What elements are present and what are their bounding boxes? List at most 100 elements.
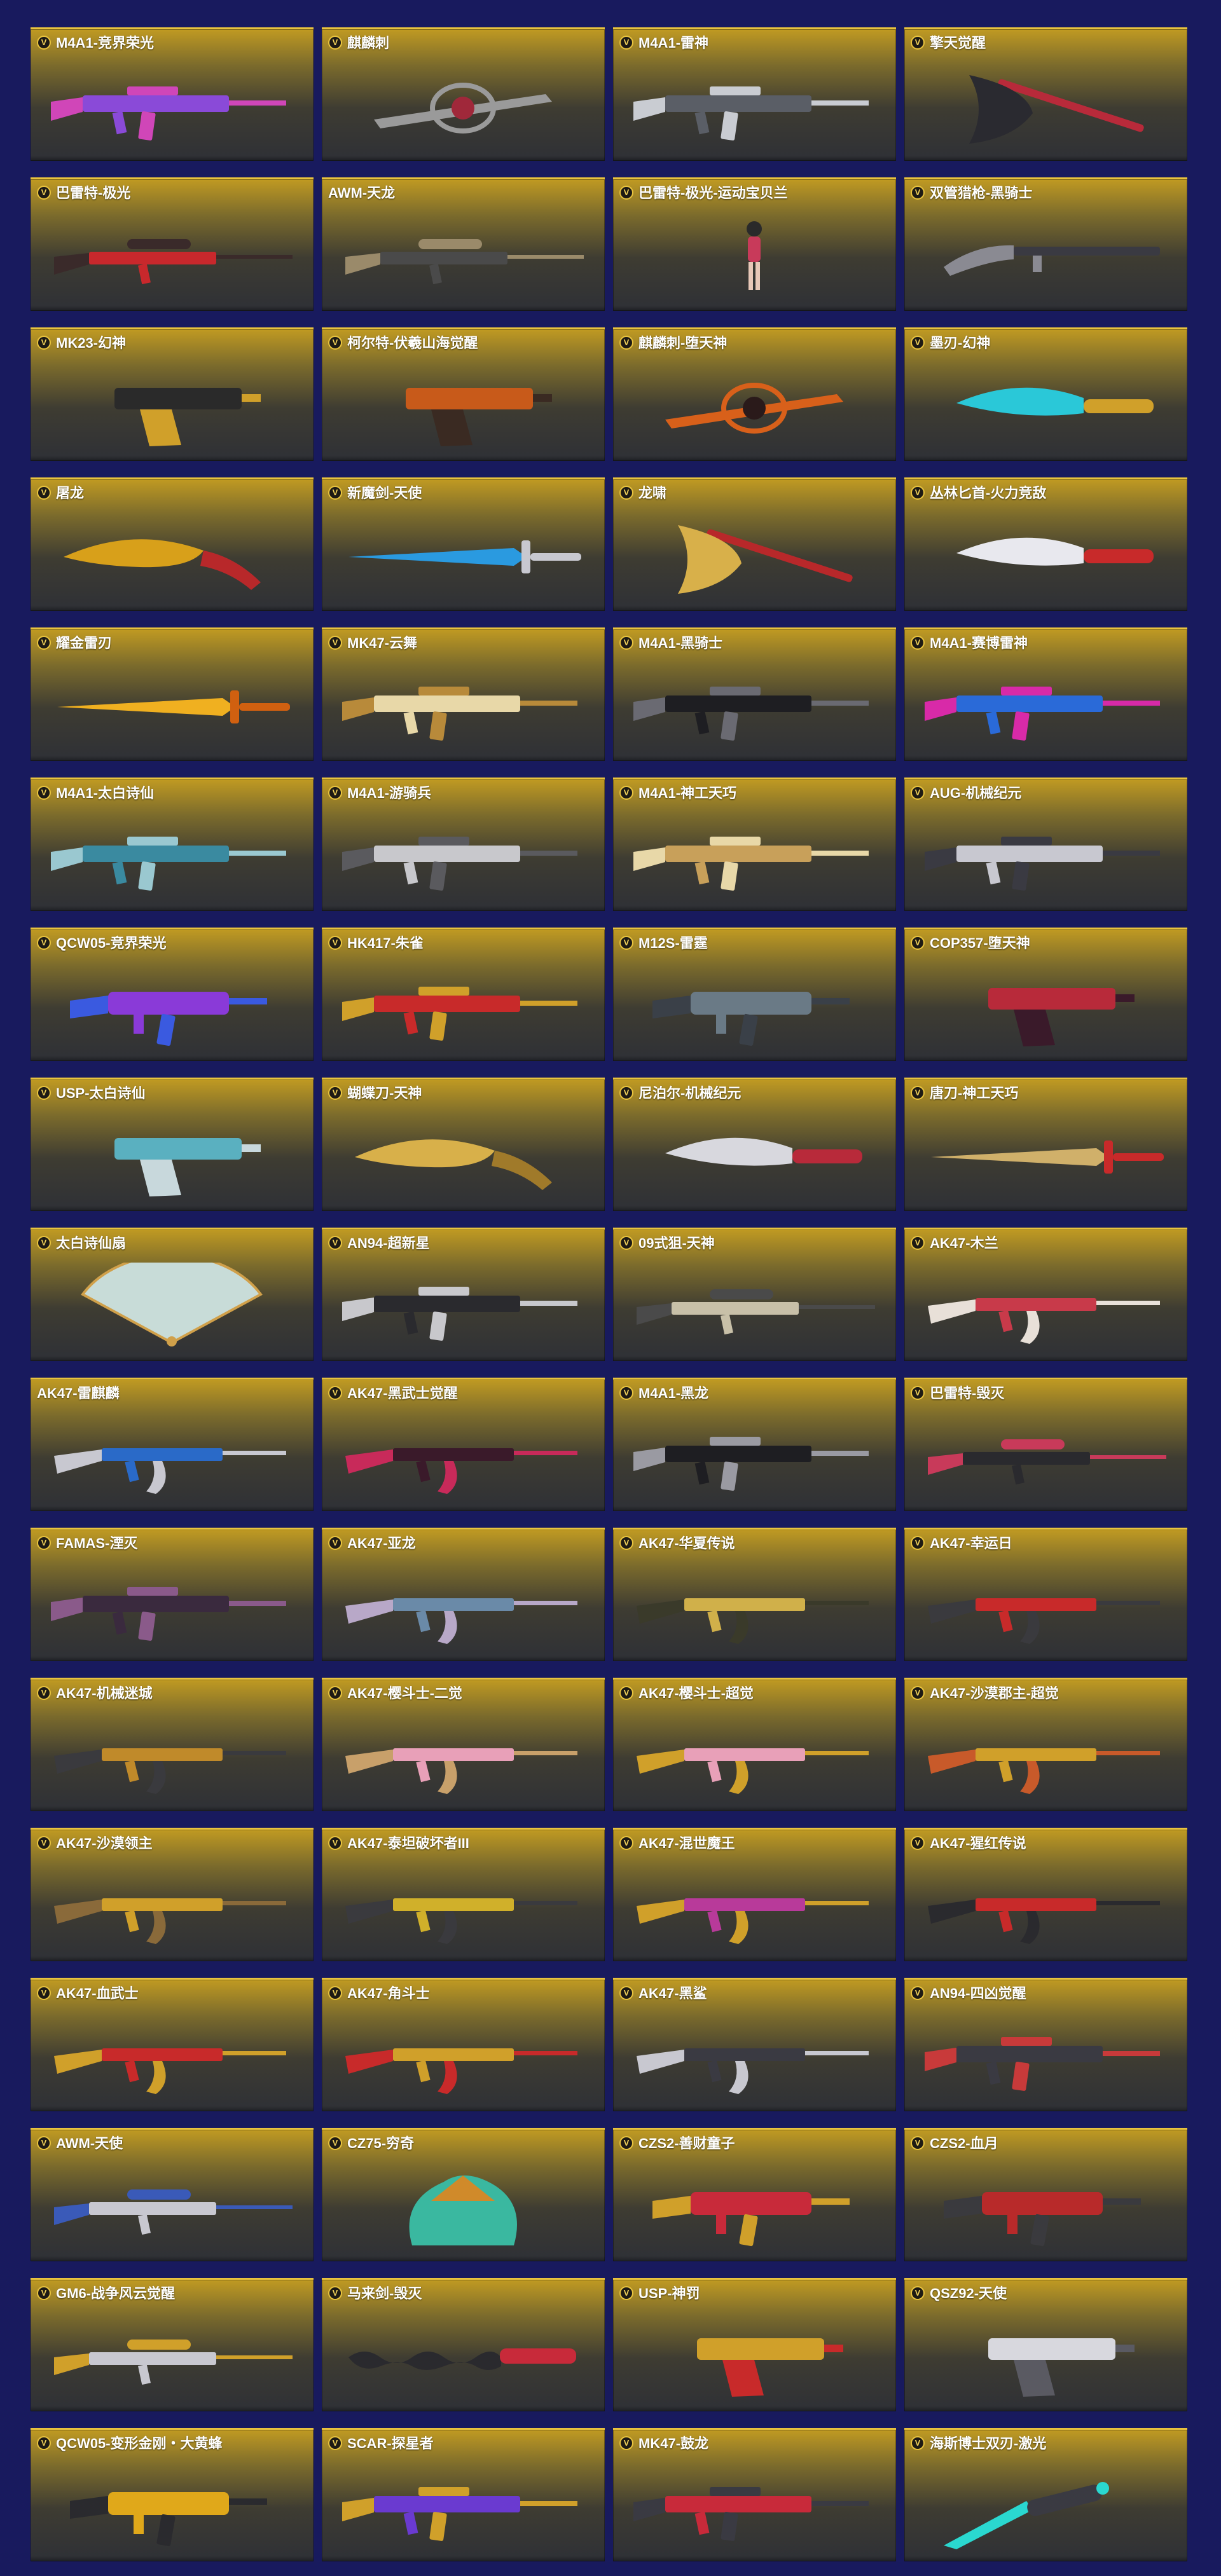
weapon-card[interactable]: V M4A1-雷神 <box>613 27 896 161</box>
weapon-card[interactable]: V AK47-角斗士 <box>322 1978 605 2111</box>
weapon-card[interactable]: V M4A1-竞界荣光 <box>31 27 314 161</box>
weapon-card[interactable]: V 海斯博士双刃-激光 <box>904 2428 1187 2561</box>
weapon-card[interactable]: V 柯尔特-伏羲山海觉醒 <box>322 327 605 461</box>
vip-badge-icon: V <box>911 1836 925 1850</box>
weapon-card[interactable]: V 巴雷特-极光-运动宝贝兰 <box>613 177 896 311</box>
weapon-card[interactable]: V CZ75-穷奇 <box>322 2128 605 2261</box>
weapon-card[interactable]: V 新魔剑-天使 <box>322 477 605 611</box>
weapon-name: AK47-机械迷城 <box>56 1685 153 1701</box>
weapon-card[interactable]: V CZS2-血月 <box>904 2128 1187 2261</box>
weapon-card[interactable]: V USP-神罚 <box>613 2278 896 2411</box>
weapon-card[interactable]: V MK23-幻神 <box>31 327 314 461</box>
weapon-name: 耀金雷刃 <box>56 635 113 651</box>
weapon-card[interactable]: V 巴雷特-毁灭 <box>904 1378 1187 1511</box>
shotgun-icon <box>944 245 1160 276</box>
weapon-card[interactable]: V 麒麟刺 <box>322 27 605 161</box>
ornate-blade-icon <box>665 383 843 434</box>
weapon-card[interactable]: V 墨刃-幻神 <box>904 327 1187 461</box>
weapon-card[interactable]: V 唐刀-神工天巧 <box>904 1078 1187 1211</box>
rifle-icon <box>342 1287 577 1341</box>
rifle-icon <box>51 1587 286 1641</box>
weapon-card[interactable]: V MK47-鼓龙 <box>613 2428 896 2561</box>
weapon-name: 屠龙 <box>56 485 85 501</box>
weapon-card[interactable]: V AK47-亚龙 <box>322 1528 605 1661</box>
weapon-card[interactable]: V AWM-天使 <box>31 2128 314 2261</box>
rifle-icon <box>633 86 869 140</box>
weapon-name: M4A1-黑龙 <box>638 1385 709 1401</box>
weapon-card[interactable]: V 擎天觉醒 <box>904 27 1187 161</box>
vip-badge-icon: V <box>328 336 342 350</box>
weapon-card[interactable]: V USP-太白诗仙 <box>31 1078 314 1211</box>
weapon-card[interactable]: V 09式狙-天神 <box>613 1228 896 1361</box>
vip-badge-icon: V <box>37 186 51 200</box>
pistol-icon <box>988 2338 1135 2397</box>
weapon-card[interactable]: V AK47-机械迷城 <box>31 1678 314 1811</box>
weapon-card[interactable]: V AK47-沙漠领主 <box>31 1828 314 1961</box>
weapon-card[interactable]: V AK47-幸运日 <box>904 1528 1187 1661</box>
weapon-card[interactable]: V 马来剑-毁灭 <box>322 2278 605 2411</box>
weapon-card[interactable]: V AK47-樱斗士-超觉 <box>613 1678 896 1811</box>
weapon-card[interactable]: V 麒麟刺-堕天神 <box>613 327 896 461</box>
weapon-card[interactable]: V AK47-樱斗士-二觉 <box>322 1678 605 1811</box>
weapon-card[interactable]: V 龙啸 <box>613 477 896 611</box>
weapon-card[interactable]: V AN94-超新星 <box>322 1228 605 1361</box>
weapon-card[interactable]: V M4A1-神工天巧 <box>613 778 896 911</box>
weapon-card[interactable]: V AK47-黑鲨 <box>613 1978 896 2111</box>
weapon-card[interactable]: V AK47-华夏传说 <box>613 1528 896 1661</box>
weapon-card[interactable]: V 屠龙 <box>31 477 314 611</box>
weapon-card[interactable]: V AN94-四凶觉醒 <box>904 1978 1187 2111</box>
weapon-card[interactable]: V 巴雷特-极光 <box>31 177 314 311</box>
weapon-name: CZ75-穷奇 <box>347 2135 415 2151</box>
weapon-card[interactable]: V CZS2-善财童子 <box>613 2128 896 2261</box>
weapon-card[interactable]: V 双管猎枪-黑骑士 <box>904 177 1187 311</box>
sword-icon <box>348 540 581 573</box>
ak-icon <box>345 1448 577 1494</box>
rifle-icon <box>342 687 577 741</box>
weapon-card[interactable]: V AK47-血武士 <box>31 1978 314 2111</box>
weapon-card[interactable]: V COP357-堕天神 <box>904 928 1187 1061</box>
weapon-card[interactable]: V QCW05-竞界荣光 <box>31 928 314 1061</box>
vip-badge-icon: V <box>619 186 633 200</box>
weapon-card[interactable]: V AK47-沙漠郡主-超觉 <box>904 1678 1187 1811</box>
weapon-card[interactable]: V MK47-云舞 <box>322 627 605 761</box>
weapon-card[interactable]: AK47-雷麒麟 <box>31 1378 314 1511</box>
weapon-card[interactable]: V AK47-木兰 <box>904 1228 1187 1361</box>
weapon-card[interactable]: V AUG-机械纪元 <box>904 778 1187 911</box>
weapon-card[interactable]: V M12S-雷霆 <box>613 928 896 1061</box>
weapon-card[interactable]: V 蝴蝶刀-天神 <box>322 1078 605 1211</box>
weapon-name: 巴雷特-极光-运动宝贝兰 <box>638 185 788 201</box>
vip-badge-icon: V <box>328 936 342 950</box>
vip-badge-icon: V <box>328 2436 342 2450</box>
weapon-card[interactable]: V AK47-猩红传说 <box>904 1828 1187 1961</box>
weapon-card[interactable]: V AK47-黑武士觉醒 <box>322 1378 605 1511</box>
weapon-card[interactable]: V 尼泊尔-机械纪元 <box>613 1078 896 1211</box>
vip-badge-icon: V <box>37 2436 51 2450</box>
weapon-card[interactable]: V 太白诗仙扇 <box>31 1228 314 1361</box>
weapon-card[interactable]: V QCW05-变形金刚・大黄蜂 <box>31 2428 314 2561</box>
weapon-name: M4A1-雷神 <box>638 35 709 51</box>
weapon-card[interactable]: V 耀金雷刃 <box>31 627 314 761</box>
weapon-card[interactable]: V GM6-战争风云觉醒 <box>31 2278 314 2411</box>
weapon-name: QCW05-竞界荣光 <box>56 935 167 951</box>
weapon-name: 墨刃-幻神 <box>930 335 991 351</box>
sniper-icon <box>54 2340 293 2385</box>
weapon-card[interactable]: V HK417-朱雀 <box>322 928 605 1061</box>
vip-badge-icon: V <box>37 2286 51 2300</box>
rifle-icon <box>342 837 577 891</box>
weapon-card[interactable]: V 丛林匕首-火力竞敌 <box>904 477 1187 611</box>
weapon-card[interactable]: V M4A1-黑龙 <box>613 1378 896 1511</box>
weapon-card[interactable]: V M4A1-游骑兵 <box>322 778 605 911</box>
weapon-card[interactable]: V FAMAS-湮灭 <box>31 1528 314 1661</box>
weapon-card[interactable]: V SCAR-探星者 <box>322 2428 605 2561</box>
weapon-name: AK47-泰坦破坏者III <box>347 1835 469 1851</box>
weapon-card[interactable]: V AK47-泰坦破坏者III <box>322 1828 605 1961</box>
weapon-card[interactable]: V M4A1-赛博雷神 <box>904 627 1187 761</box>
vip-badge-icon: V <box>911 636 925 650</box>
weapon-card[interactable]: AWM-天龙 <box>322 177 605 311</box>
weapon-card[interactable]: V M4A1-太白诗仙 <box>31 778 314 911</box>
vip-badge-icon: V <box>619 1386 633 1400</box>
weapon-skin-grid: V M4A1-竞界荣光 V 麒麟刺 V M4A1-雷神 V 擎天觉醒 V 巴雷特-极光 AWM-天龙… <box>0 0 1221 2576</box>
weapon-card[interactable]: V QSZ92-天使 <box>904 2278 1187 2411</box>
weapon-card[interactable]: V M4A1-黑骑士 <box>613 627 896 761</box>
weapon-card[interactable]: V AK47-混世魔王 <box>613 1828 896 1961</box>
